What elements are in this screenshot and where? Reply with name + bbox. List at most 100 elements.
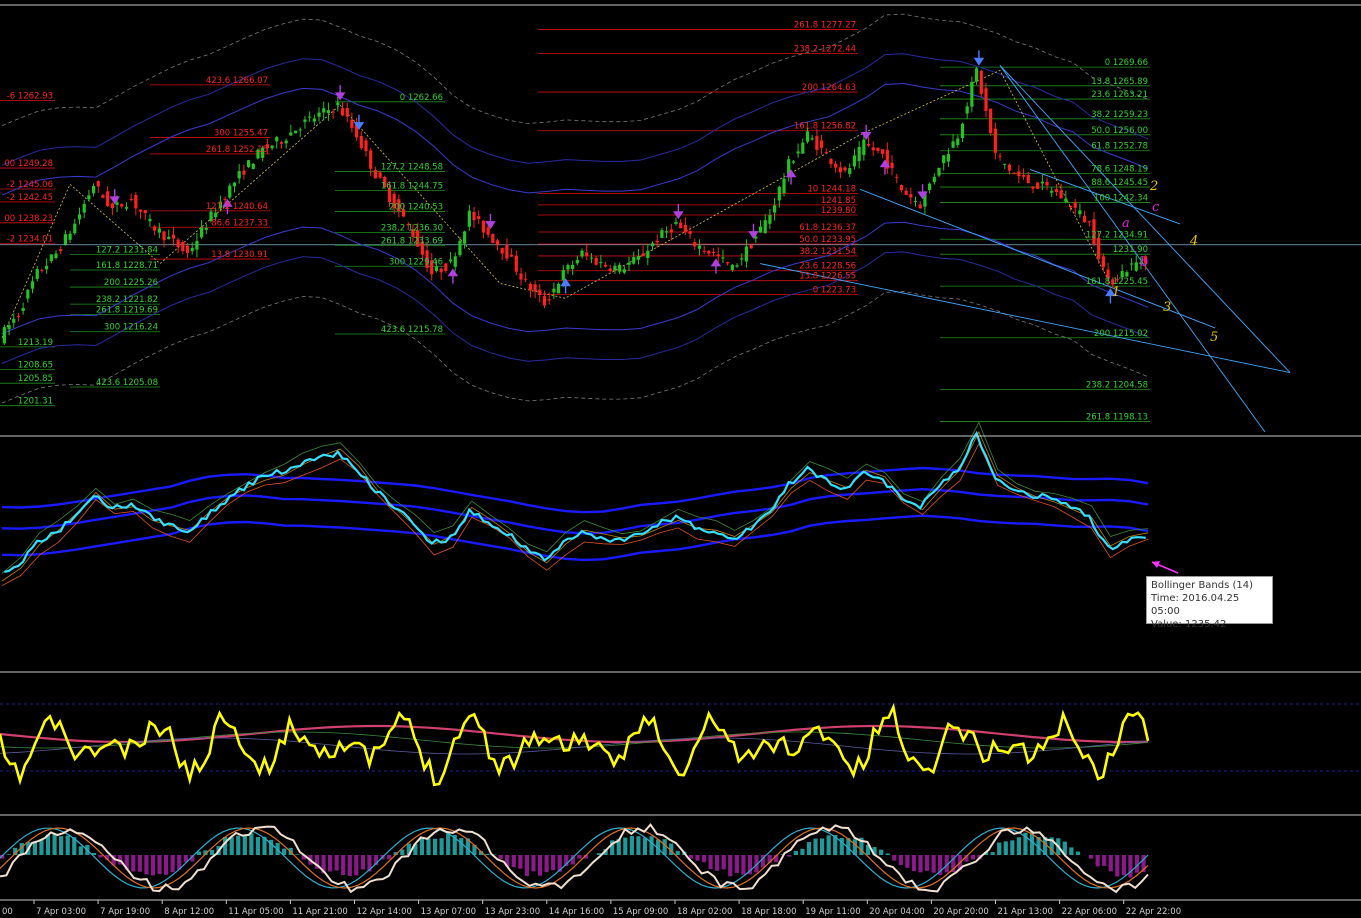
candle-body bbox=[275, 137, 279, 142]
candle-body bbox=[326, 110, 331, 114]
candle-body bbox=[735, 265, 739, 267]
candle-body bbox=[124, 207, 129, 209]
candle-body bbox=[819, 140, 824, 148]
histogram-bar bbox=[354, 855, 359, 876]
candle-body bbox=[843, 167, 847, 171]
arrow-down-icon bbox=[673, 203, 684, 220]
candle-body bbox=[636, 256, 641, 260]
x-tick-label: 7 Apr 03:00 bbox=[36, 907, 86, 917]
fib-label: 200 1264.63 bbox=[802, 83, 856, 93]
candle-body bbox=[308, 116, 312, 118]
candle-body bbox=[232, 182, 237, 187]
histogram-bar bbox=[577, 855, 582, 859]
candle-body bbox=[237, 171, 241, 179]
fib-label: 00 1238.23 bbox=[4, 214, 53, 224]
candle-body bbox=[284, 140, 288, 144]
candle-body bbox=[646, 250, 650, 258]
fib-label: 200 1215.02 bbox=[1094, 329, 1148, 339]
candle-body bbox=[359, 135, 363, 149]
candle-body bbox=[848, 168, 852, 174]
fib-label: 161.8 1256.82 bbox=[794, 122, 856, 132]
candle-body bbox=[350, 119, 354, 128]
yellow-oscillator-panel[interactable] bbox=[0, 702, 1361, 787]
candle-body bbox=[458, 240, 462, 256]
candle-body bbox=[749, 245, 753, 249]
histogram-bar bbox=[150, 855, 156, 876]
histogram-bar bbox=[59, 836, 64, 855]
candle-body bbox=[106, 191, 110, 206]
fib-label: 00 1249.28 bbox=[4, 159, 53, 169]
candle-body bbox=[345, 107, 349, 117]
histogram-bar bbox=[236, 835, 241, 855]
candle-body bbox=[895, 176, 899, 178]
fib-label: 127.2 1240.64 bbox=[206, 202, 268, 212]
candle-body bbox=[453, 256, 457, 267]
fib-label: 86.6 1237.33 bbox=[211, 218, 268, 228]
candle-body bbox=[45, 265, 49, 270]
candle-body bbox=[613, 265, 617, 271]
candle-body bbox=[599, 262, 603, 264]
candle-body bbox=[918, 204, 922, 209]
candle-body bbox=[82, 203, 86, 213]
histogram-bar bbox=[439, 838, 444, 855]
candle-body bbox=[505, 244, 509, 259]
candle-body bbox=[857, 146, 861, 162]
candle-body bbox=[369, 150, 373, 169]
histogram-bar bbox=[728, 855, 733, 877]
candle-body bbox=[810, 138, 814, 140]
candle-body bbox=[477, 216, 481, 219]
candle-body bbox=[960, 123, 965, 139]
histogram-bar bbox=[1016, 837, 1021, 855]
candle-body bbox=[1097, 237, 1101, 259]
candle-body bbox=[566, 265, 570, 270]
candle-body bbox=[514, 255, 518, 272]
histogram-bar bbox=[787, 855, 792, 857]
candle-body bbox=[697, 245, 702, 249]
candle-body bbox=[463, 231, 467, 244]
candle-body bbox=[768, 215, 772, 224]
candle-body bbox=[951, 141, 955, 148]
histogram-bar bbox=[826, 835, 831, 855]
histogram-bar bbox=[924, 855, 930, 871]
histogram-bar bbox=[898, 855, 903, 866]
histogram-bar bbox=[806, 842, 812, 855]
candle-body bbox=[495, 240, 500, 246]
bollinger-indicator-panel[interactable] bbox=[1, 421, 1179, 586]
candle-body bbox=[942, 155, 946, 164]
x-tick-label: 22 Apr 06:00 bbox=[1062, 907, 1117, 917]
candle-body bbox=[251, 163, 255, 170]
fib-label: 238.2 1236.30 bbox=[381, 223, 443, 233]
fib-label: 1213.19 bbox=[18, 338, 53, 348]
candle-body bbox=[1050, 190, 1054, 193]
candle-body bbox=[448, 259, 453, 262]
fib-label: 13.8 1230.91 bbox=[211, 250, 268, 260]
histogram-bar bbox=[52, 834, 57, 855]
candle-body bbox=[373, 169, 377, 179]
histogram-bar bbox=[1128, 855, 1133, 878]
candle-body bbox=[200, 227, 204, 238]
fib-label: 0 1223.73 bbox=[813, 286, 856, 296]
candle-body bbox=[956, 138, 960, 146]
candle-body bbox=[270, 145, 274, 149]
histogram-bar bbox=[426, 838, 431, 855]
histogram-bar bbox=[39, 839, 44, 855]
histogram-bar bbox=[721, 855, 726, 870]
candle-body bbox=[73, 223, 77, 234]
tooltip-time: Time: 2016.04.25 05:00 bbox=[1151, 593, 1240, 617]
candle-body bbox=[758, 226, 763, 233]
candle-body bbox=[580, 250, 584, 257]
candle-body bbox=[627, 262, 631, 265]
histogram-bar bbox=[328, 855, 333, 872]
fib-label: 423.6 1215.78 bbox=[381, 325, 443, 335]
wave-label: 4 bbox=[1189, 234, 1198, 249]
histogram-bar bbox=[334, 855, 339, 871]
candle-body bbox=[336, 102, 340, 106]
stochastic-histogram-panel[interactable] bbox=[0, 822, 1149, 894]
candle-body bbox=[171, 234, 176, 239]
histogram-bar bbox=[242, 836, 247, 855]
fib-label: 238.2 1204.58 bbox=[1086, 380, 1148, 390]
candle-body bbox=[669, 229, 673, 233]
candle-body bbox=[298, 129, 302, 131]
chart-canvas[interactable]: -6 1262.93 00 1249.28 -2 1245.06 -2 1242.45… bbox=[0, 0, 1361, 918]
histogram-bar bbox=[6, 854, 11, 855]
